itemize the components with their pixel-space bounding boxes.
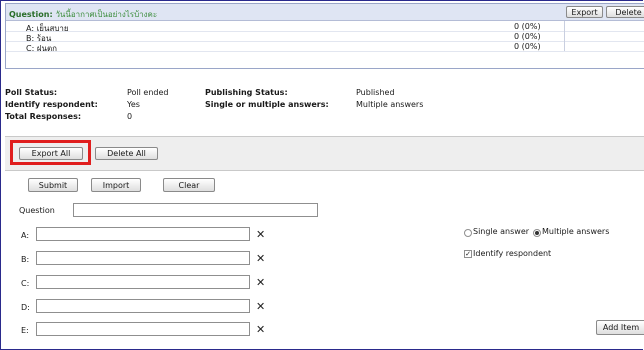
answer-letter: A:: [21, 231, 30, 240]
poll-result-panel: Question: วันนี้อากาศเป็นอย่างไรบ้างคะ E…: [5, 3, 644, 69]
delete-all-button[interactable]: Delete All: [95, 147, 158, 160]
identify-respondent-option-label: Identify respondent: [473, 249, 552, 258]
option-count: 0 (0%): [514, 42, 541, 51]
identify-respondent-value: Yes: [127, 100, 140, 109]
poll-question-row: Question: วันนี้อากาศเป็นอย่างไรบ้างคะ E…: [6, 4, 644, 21]
multiple-answers-label: Multiple answers: [542, 227, 610, 236]
answer-letter: D:: [21, 303, 30, 312]
total-responses-label: Total Responses:: [5, 112, 82, 121]
poll-option-row: C: ฝนตก 0 (0%): [6, 41, 644, 53]
question-input[interactable]: [73, 203, 318, 217]
option-label: C: ฝนตก: [26, 44, 58, 53]
remove-icon[interactable]: ✕: [256, 323, 265, 336]
answer-input-d[interactable]: [36, 299, 250, 313]
question-label: Question:: [9, 10, 53, 19]
poll-question: Question: วันนี้อากาศเป็นอย่างไรบ้างคะ: [9, 8, 157, 21]
question-text: วันนี้อากาศเป็นอย่างไรบ้างคะ: [55, 10, 158, 19]
clear-button[interactable]: Clear: [163, 178, 215, 192]
single-answer-label: Single answer: [473, 227, 530, 236]
remove-icon[interactable]: ✕: [256, 300, 265, 313]
export-button[interactable]: Export: [566, 6, 603, 18]
single-multiple-value: Multiple answers: [356, 100, 424, 109]
answer-input-c[interactable]: [36, 275, 250, 289]
answer-input-a[interactable]: [36, 227, 250, 241]
multiple-answers-radio[interactable]: [533, 229, 541, 237]
answer-input-e[interactable]: [36, 322, 250, 336]
answer-letter: B:: [21, 255, 30, 264]
answer-input-b[interactable]: [36, 251, 250, 265]
answer-letter: C:: [21, 279, 30, 288]
column-divider: [564, 41, 565, 51]
total-responses-value: 0: [127, 112, 133, 121]
poll-status-value: Poll ended: [127, 88, 169, 97]
highlight-box: [10, 140, 91, 165]
single-multiple-label: Single or multiple answers:: [205, 100, 329, 109]
question-field-label: Question: [19, 206, 55, 215]
remove-icon[interactable]: ✕: [256, 228, 265, 241]
delete-button[interactable]: Delete: [606, 6, 644, 18]
single-answer-radio[interactable]: [464, 229, 472, 237]
identify-respondent-label: Identify respondent:: [5, 100, 98, 109]
option-count: 0 (0%): [514, 22, 541, 31]
option-count: 0 (0%): [514, 32, 541, 41]
identify-respondent-checkbox[interactable]: ✓: [464, 250, 472, 258]
add-item-button[interactable]: Add Item: [596, 320, 644, 335]
column-divider: [564, 21, 565, 31]
remove-icon[interactable]: ✕: [256, 276, 265, 289]
publishing-status-value: Published: [356, 88, 395, 97]
answer-letter: E:: [21, 326, 29, 335]
publishing-status-label: Publishing Status:: [205, 88, 288, 97]
column-divider: [564, 31, 565, 41]
remove-icon[interactable]: ✕: [256, 252, 265, 265]
import-button[interactable]: Import: [91, 178, 141, 192]
submit-button[interactable]: Submit: [28, 178, 78, 192]
poll-status-label: Poll Status:: [5, 88, 58, 97]
